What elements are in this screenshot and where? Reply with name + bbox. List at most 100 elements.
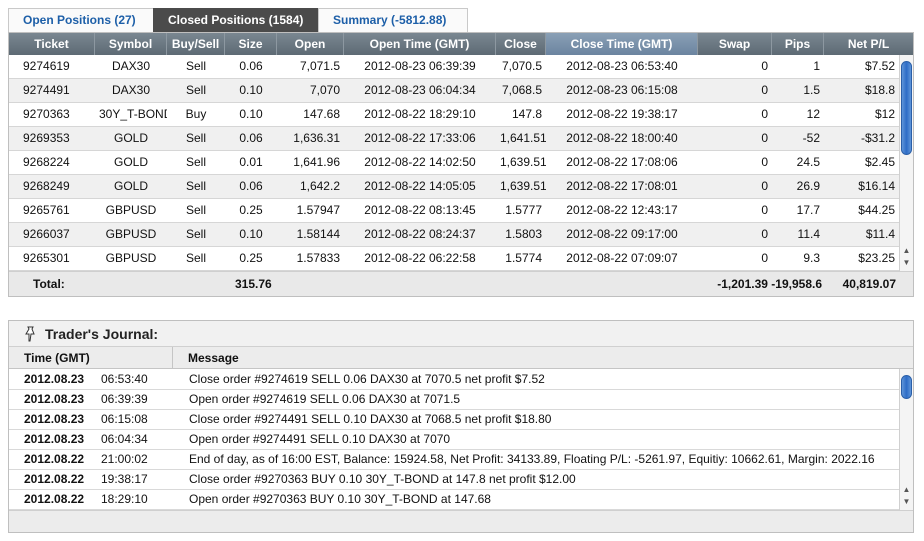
total-label: Total: [33, 277, 65, 291]
cell-open: 1,636.31 [293, 131, 340, 145]
grid-scroll-thumb[interactable] [901, 61, 912, 155]
cell-close-time: 2012-08-22 18:00:40 [566, 131, 678, 145]
table-row[interactable]: 9274619 DAX30 Sell 0.06 7,071.5 2012-08-23 06… [9, 55, 899, 79]
arrow-down-icon[interactable]: ▼ [900, 496, 913, 508]
total-swap-pips: -1,201.39 -19,958.6 [717, 277, 822, 291]
tab-summary[interactable]: Summary (-5812.88) [318, 8, 468, 32]
cell-net-pl: $18.8 [864, 83, 895, 97]
position-tabs: Open Positions (27) Closed Positions (15… [8, 8, 468, 32]
cell-size: 0.06 [239, 59, 263, 73]
table-row[interactable]: 9270363 30Y_T-BOND Buy 0.10 147.68 2012-08-22… [9, 103, 899, 127]
cell-close: 147.8 [511, 107, 542, 121]
cell-buy-sell: Sell [185, 251, 206, 265]
cell-size: 0.06 [239, 179, 263, 193]
cell-symbol: GBPUSD [105, 251, 157, 265]
table-row[interactable]: 9265761 GBPUSD Sell 0.25 1.57947 2012-08-22 0… [9, 199, 899, 223]
cell-net-pl: $44.25 [858, 203, 895, 217]
cell-net-pl: $11.4 [865, 227, 895, 241]
cell-close-time: 2012-08-22 17:08:06 [566, 155, 678, 169]
list-item[interactable]: 2012.08.23 06:39:39 Open order #9274619 SE… [9, 390, 899, 410]
col-close-time[interactable]: Close Time (GMT) [546, 33, 698, 55]
cell-ticket: 9274619 [23, 59, 70, 73]
total-size: 315.76 [235, 277, 272, 291]
col-pips[interactable]: Pips [772, 33, 824, 55]
cell-ticket: 9274491 [23, 83, 70, 97]
table-row[interactable]: 9268249 GOLD Sell 0.06 1,642.2 2012-08-22 14:… [9, 175, 899, 199]
cell-buy-sell: Sell [185, 179, 206, 193]
cell-close: 1,639.51 [500, 179, 546, 193]
journal-time: 06:04:34 [101, 432, 148, 446]
col-time[interactable]: Time (GMT) [9, 347, 173, 369]
col-message[interactable]: Message [173, 347, 913, 369]
cell-open-time: 2012-08-22 17:33:06 [364, 131, 476, 145]
cell-open: 1.58144 [296, 227, 340, 241]
cell-close-time: 2012-08-22 17:08:01 [566, 179, 678, 193]
list-item[interactable]: 2012.08.23 06:15:08 Close order #9274491 S… [9, 410, 899, 430]
cell-size: 0.10 [239, 83, 263, 97]
journal-time: 06:53:40 [101, 372, 148, 386]
journal-scrollbar[interactable]: ▲ ▼ [899, 369, 913, 510]
cell-buy-sell: Sell [185, 155, 206, 169]
cell-ticket: 9268249 [23, 179, 70, 193]
cell-ticket: 9265301 [23, 251, 70, 265]
cell-open-time: 2012-08-22 14:05:05 [364, 179, 476, 193]
journal-time: 06:15:08 [101, 412, 148, 426]
cell-close-time: 2012-08-22 07:09:07 [566, 251, 678, 265]
cell-swap: 0 [761, 251, 768, 265]
arrow-down-icon[interactable]: ▼ [900, 257, 913, 269]
list-item[interactable]: 2012.08.22 18:29:10 Open order #9270363 BU… [9, 490, 899, 510]
cell-ticket: 9266037 [23, 227, 70, 241]
cell-ticket: 9265761 [23, 203, 70, 217]
list-item[interactable]: 2012.08.23 06:53:40 Close order #9274619 S… [9, 370, 899, 390]
cell-symbol: GOLD [113, 131, 148, 145]
tab-open-positions[interactable]: Open Positions (27) [8, 8, 154, 32]
cell-close-time: 2012-08-23 06:53:40 [566, 59, 678, 73]
table-row[interactable]: 9274491 DAX30 Sell 0.10 7,070 2012-08-23 06:0… [9, 79, 899, 103]
cell-size: 0.01 [239, 155, 263, 169]
journal-date: 2012.08.22 [24, 472, 85, 486]
arrow-up-icon[interactable]: ▲ [900, 245, 913, 257]
closed-positions-panel: Ticket Symbol Buy/Sell Size Open Open Ti… [8, 32, 914, 297]
cell-symbol: GOLD [113, 155, 148, 169]
journal-message: End of day, as of 16:00 EST, Balance: 15… [189, 452, 875, 466]
grid-total-row: Total: 315.76 -1,201.39 -19,958.6 40,819… [9, 271, 913, 296]
journal-title-bar: Trader's Journal: [9, 321, 913, 347]
list-item[interactable]: 2012.08.23 06:04:34 Open order #9274491 SE… [9, 430, 899, 450]
tab-closed-positions[interactable]: Closed Positions (1584) [153, 8, 319, 32]
col-ticket[interactable]: Ticket [9, 33, 95, 55]
cell-close: 1.5803 [505, 227, 542, 241]
total-net-pl: 40,819.07 [842, 277, 896, 291]
list-item[interactable]: 2012.08.22 19:38:17 Close order #9270363 B… [9, 470, 899, 490]
col-size[interactable]: Size [225, 33, 277, 55]
journal-scroll-thumb[interactable] [901, 375, 912, 399]
col-swap[interactable]: Swap [698, 33, 772, 55]
col-net-pl[interactable]: Net P/L [824, 33, 913, 55]
table-row[interactable]: 9266037 GBPUSD Sell 0.10 1.58144 2012-08-22 0… [9, 223, 899, 247]
table-row[interactable]: 9265301 GBPUSD Sell 0.25 1.57833 2012-08-22 0… [9, 247, 899, 271]
col-symbol[interactable]: Symbol [95, 33, 167, 55]
list-item[interactable]: 2012.08.22 21:00:02 End of day, as of 16:0… [9, 450, 899, 470]
grid-scrollbar[interactable]: ▲ ▼ [899, 55, 913, 271]
col-open[interactable]: Open [277, 33, 344, 55]
table-row[interactable]: 9269353 GOLD Sell 0.06 1,636.31 2012-08-22 17… [9, 127, 899, 151]
journal-time: 21:00:02 [101, 452, 148, 466]
col-close[interactable]: Close [496, 33, 546, 55]
cell-pips: 17.7 [796, 203, 820, 217]
table-row[interactable]: 9268224 GOLD Sell 0.01 1,641.96 2012-08-22 14… [9, 151, 899, 175]
journal-message: Close order #9274619 SELL 0.06 DAX30 at … [189, 372, 545, 386]
journal-time: 19:38:17 [101, 472, 148, 486]
col-buy-sell[interactable]: Buy/Sell [167, 33, 225, 55]
cell-pips: 11.4 [797, 227, 820, 241]
arrow-up-icon[interactable]: ▲ [900, 484, 913, 496]
journal-date: 2012.08.23 [24, 392, 85, 406]
journal-message: Open order #9270363 BUY 0.10 30Y_T-BOND … [189, 492, 491, 506]
cell-open: 7,070 [309, 83, 340, 97]
cell-pips: 12 [806, 107, 820, 121]
traders-journal-panel: Trader's Journal: Time (GMT) Message 201… [8, 320, 914, 533]
cell-size: 0.10 [239, 107, 263, 121]
col-open-time[interactable]: Open Time (GMT) [344, 33, 496, 55]
cell-open-time: 2012-08-22 06:22:58 [364, 251, 476, 265]
cell-buy-sell: Sell [185, 59, 206, 73]
cell-open: 147.68 [303, 107, 340, 121]
cell-size: 0.25 [239, 251, 263, 265]
